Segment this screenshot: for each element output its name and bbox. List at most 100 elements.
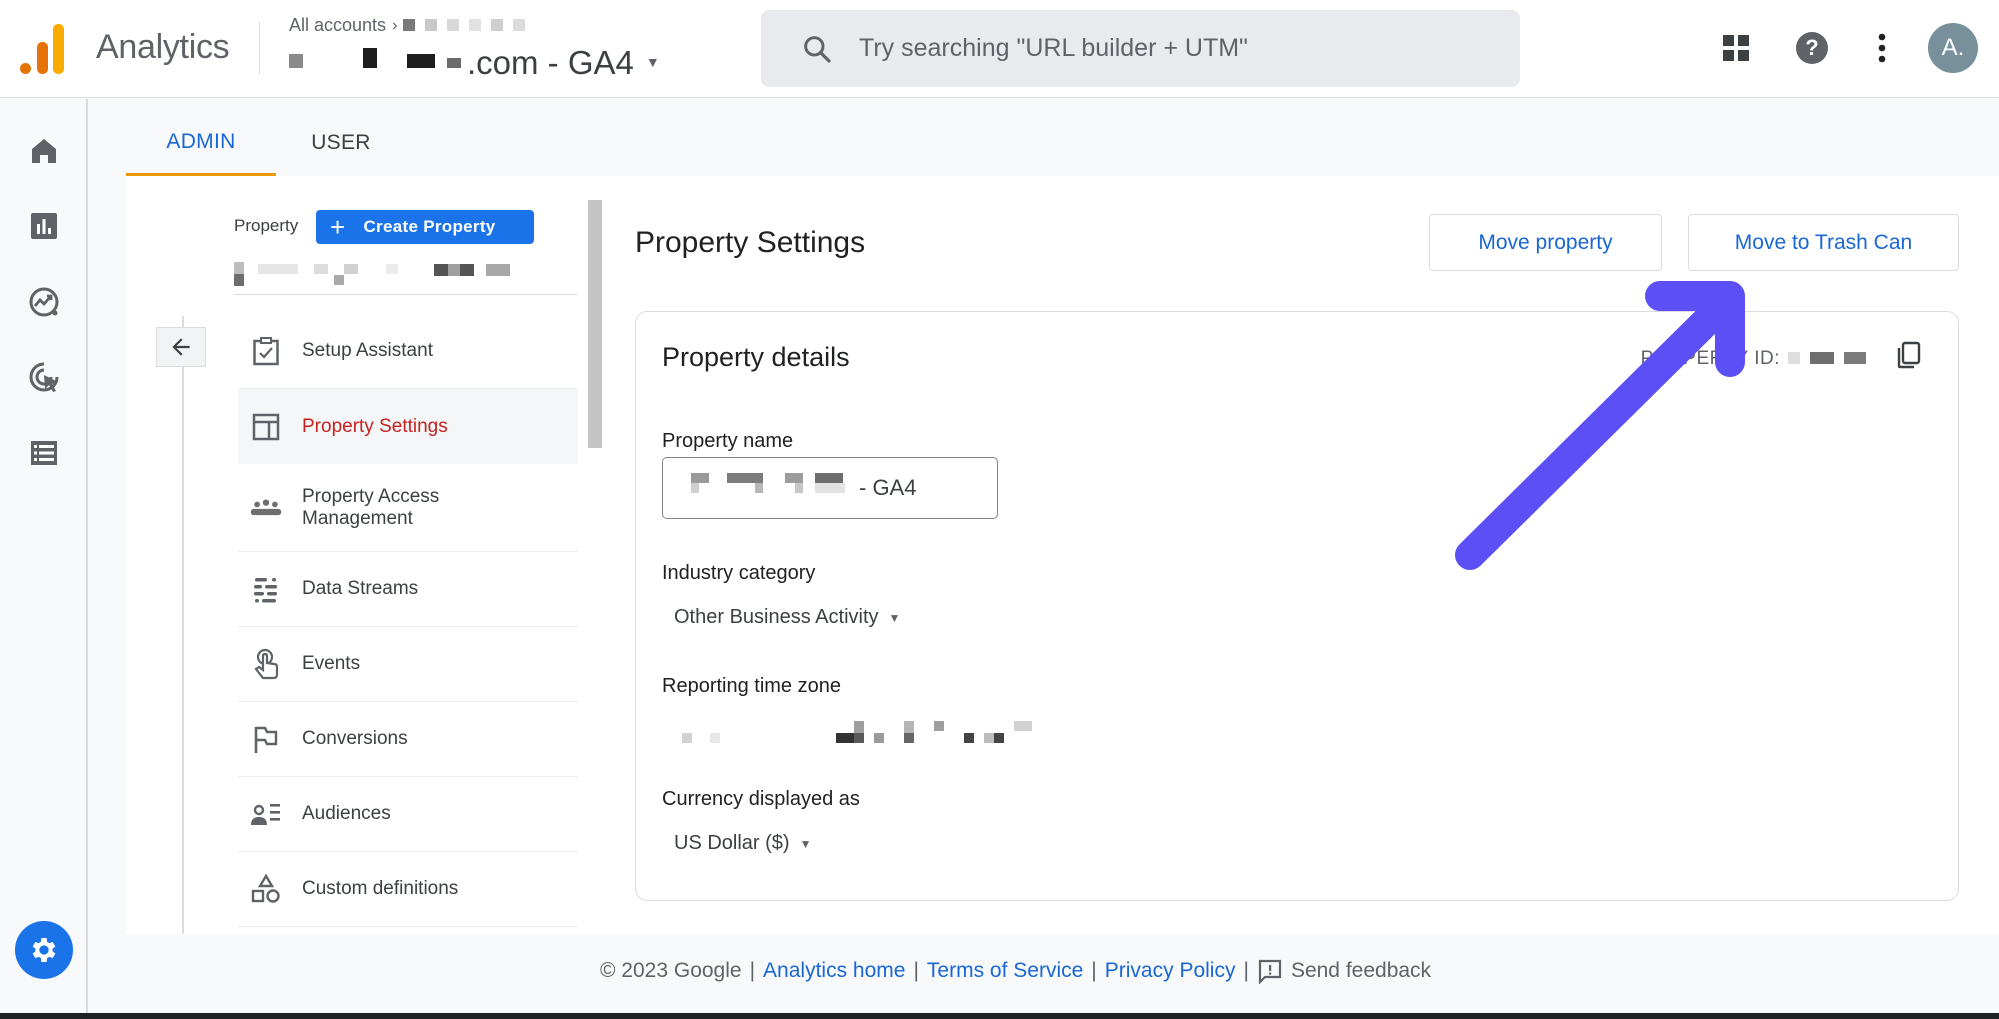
shapes-icon bbox=[250, 873, 282, 905]
currency-label: Currency displayed as bbox=[662, 788, 860, 810]
nav-label: Setup Assistant bbox=[302, 340, 433, 361]
search-bar[interactable] bbox=[761, 10, 1520, 87]
reports-icon[interactable] bbox=[24, 206, 64, 246]
dropdown-arrow-icon: ▼ bbox=[799, 836, 812, 851]
layout-icon bbox=[250, 411, 282, 443]
create-property-label: Create Property bbox=[363, 217, 496, 236]
divider bbox=[234, 294, 578, 295]
nav-item-audiences[interactable]: Audiences bbox=[238, 777, 578, 852]
admin-settings-button[interactable] bbox=[15, 921, 73, 979]
terms-of-service-link[interactable]: Terms of Service bbox=[927, 959, 1083, 983]
help-icon[interactable]: ? bbox=[1792, 28, 1832, 68]
redacted-time-zone bbox=[682, 721, 1032, 743]
breadcrumb-root[interactable]: All accounts bbox=[289, 15, 386, 36]
app-name: Analytics bbox=[96, 28, 230, 66]
industry-category-label: Industry category bbox=[662, 562, 816, 584]
advertising-icon[interactable] bbox=[24, 357, 64, 397]
analytics-home-link[interactable]: Analytics home bbox=[763, 959, 905, 983]
redacted-property-selector[interactable] bbox=[234, 262, 554, 288]
redacted-property-id bbox=[1788, 348, 1876, 370]
property-name-suffix: - GA4 bbox=[859, 475, 917, 500]
chevron-right-icon: › bbox=[392, 16, 398, 34]
left-navigation-rail bbox=[0, 99, 88, 1019]
clipboard-check-icon bbox=[250, 335, 282, 367]
account-title-suffix: .com - GA4 bbox=[467, 44, 634, 81]
header-divider bbox=[259, 22, 260, 74]
breadcrumb[interactable]: All accounts › bbox=[289, 15, 535, 36]
industry-category-select[interactable]: Other Business Activity ▼ bbox=[674, 606, 900, 629]
collapse-back-button[interactable] bbox=[156, 327, 206, 367]
nav-label: Property Access Management bbox=[302, 485, 440, 529]
footer: © 2023 Google | Analytics home | Terms o… bbox=[600, 958, 1431, 984]
currency-select[interactable]: US Dollar ($) ▼ bbox=[674, 832, 811, 855]
property-id: PROPERTY ID: bbox=[1641, 348, 1876, 370]
separator: | bbox=[1091, 959, 1097, 982]
page-title: Property Settings bbox=[635, 226, 866, 259]
property-column: Property + Create Property Setup Assista… bbox=[126, 176, 604, 934]
top-app-bar: Analytics All accounts › .com - GA4 ▼ ? … bbox=[0, 0, 1999, 98]
arrow-left-icon bbox=[172, 338, 190, 356]
flag-icon bbox=[250, 723, 282, 755]
nav-item-custom-definitions[interactable]: Custom definitions bbox=[238, 852, 578, 927]
nav-item-setup-assistant[interactable]: Setup Assistant bbox=[238, 314, 578, 389]
audience-icon bbox=[250, 798, 282, 830]
property-nav-list: Setup Assistant Property Settings Proper… bbox=[238, 314, 578, 927]
plus-icon: + bbox=[330, 212, 346, 242]
nav-item-conversions[interactable]: Conversions bbox=[238, 702, 578, 777]
nav-item-property-access-management[interactable]: Property Access Management bbox=[238, 464, 578, 552]
copyright: © 2023 Google bbox=[600, 959, 742, 982]
tab-admin[interactable]: ADMIN bbox=[126, 110, 276, 176]
account-avatar[interactable]: A. bbox=[1928, 23, 1978, 73]
apps-grid-icon[interactable] bbox=[1716, 28, 1756, 68]
copy-icon[interactable] bbox=[1894, 340, 1924, 370]
nav-item-property-settings[interactable]: Property Settings bbox=[238, 389, 578, 464]
svg-text:?: ? bbox=[1805, 35, 1818, 60]
property-label: Property bbox=[234, 216, 299, 235]
redacted-account-name bbox=[403, 15, 535, 36]
nav-label: Events bbox=[302, 653, 361, 674]
configure-icon[interactable] bbox=[24, 433, 64, 473]
reporting-time-zone-value[interactable] bbox=[662, 717, 1042, 745]
admin-content: Property + Create Property Setup Assista… bbox=[126, 176, 1999, 934]
property-name-label: Property name bbox=[662, 430, 794, 452]
property-name-input[interactable]: - GA4 bbox=[662, 457, 998, 519]
nav-label: Conversions bbox=[302, 728, 408, 749]
account-property-selector[interactable]: .com - GA4 ▼ bbox=[289, 38, 660, 82]
privacy-policy-link[interactable]: Privacy Policy bbox=[1105, 959, 1236, 983]
redacted-property-name-value bbox=[691, 473, 851, 503]
separator: | bbox=[749, 959, 756, 982]
data-streams-icon bbox=[250, 573, 282, 605]
search-icon bbox=[804, 35, 831, 63]
redacted-property-name bbox=[289, 38, 461, 76]
explore-icon[interactable] bbox=[24, 282, 64, 322]
nav-item-data-streams[interactable]: Data Streams bbox=[238, 552, 578, 627]
property-id-label: PROPERTY ID: bbox=[1640, 348, 1780, 369]
separator: | bbox=[913, 959, 919, 982]
search-input[interactable] bbox=[859, 34, 1459, 63]
send-feedback-button[interactable]: Send feedback bbox=[1257, 958, 1431, 984]
nav-scrollbar[interactable] bbox=[588, 200, 602, 448]
currency-value: US Dollar ($) bbox=[674, 832, 790, 854]
nav-label: Data Streams bbox=[302, 578, 419, 599]
tab-user[interactable]: USER bbox=[276, 110, 406, 176]
nav-label: Audiences bbox=[302, 803, 391, 824]
industry-category-value: Other Business Activity bbox=[674, 606, 879, 628]
nav-label: Property Settings bbox=[302, 415, 448, 437]
dropdown-arrow-icon: ▼ bbox=[888, 610, 901, 625]
column-divider-line bbox=[182, 316, 184, 934]
gear-icon bbox=[32, 938, 56, 962]
home-icon[interactable] bbox=[24, 131, 64, 171]
create-property-button[interactable]: + Create Property bbox=[316, 210, 534, 244]
admin-user-tabs: ADMIN USER bbox=[126, 110, 406, 176]
nav-item-events[interactable]: Events bbox=[238, 627, 578, 702]
analytics-logo[interactable] bbox=[20, 22, 66, 74]
move-to-trash-button[interactable]: Move to Trash Can bbox=[1688, 214, 1959, 271]
more-vert-icon[interactable] bbox=[1862, 28, 1902, 68]
separator: | bbox=[1243, 959, 1249, 982]
move-property-button[interactable]: Move property bbox=[1429, 214, 1662, 271]
feedback-icon bbox=[1258, 959, 1282, 984]
people-icon bbox=[250, 492, 282, 524]
property-details-card: Property details PROPERTY ID: Property n… bbox=[635, 311, 1959, 901]
nav-label: Custom definitions bbox=[302, 878, 459, 899]
reporting-time-zone-label: Reporting time zone bbox=[662, 675, 841, 697]
